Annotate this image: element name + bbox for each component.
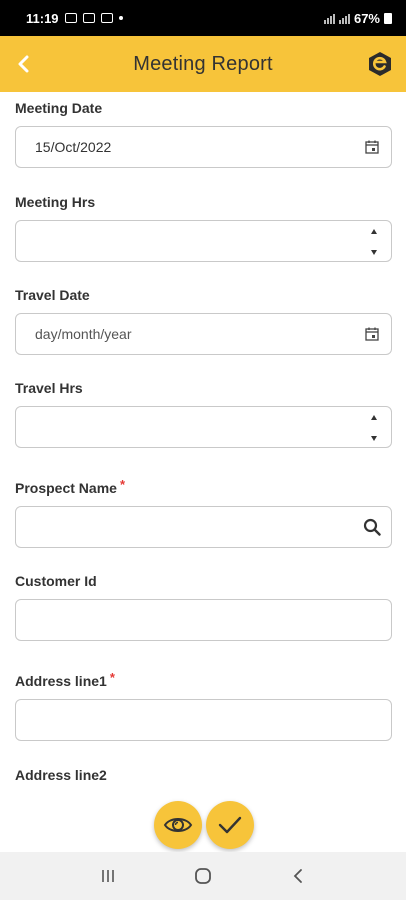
home-button[interactable] (183, 856, 223, 896)
app-notification-icon (82, 13, 95, 23)
meeting-date-label: Meeting Date (15, 100, 103, 116)
prospect-name-field[interactable] (15, 506, 392, 548)
page-title: Meeting Report (133, 52, 273, 75)
more-notifications-icon (118, 16, 123, 20)
back-button[interactable] (8, 48, 40, 80)
back-icon (294, 869, 303, 883)
battery-icon (384, 12, 392, 24)
address-line1-label: Address line1 * (15, 670, 115, 689)
required-marker: * (109, 670, 115, 685)
check-icon (218, 816, 242, 834)
gallery-notification-icon (64, 13, 77, 23)
battery-percent: 67% (353, 10, 380, 26)
status-right: 67% (323, 10, 392, 26)
customer-id-label: Customer Id (15, 573, 97, 589)
prospect-name-label-text: Prospect Name (15, 480, 117, 496)
eye-icon (163, 818, 193, 832)
preview-button[interactable] (154, 801, 202, 849)
search-icon[interactable] (363, 518, 381, 536)
app-logo-icon (369, 52, 391, 76)
signal-2-icon (338, 13, 350, 24)
app-logo[interactable] (366, 50, 394, 78)
app-bar: Meeting Report (0, 36, 406, 92)
meeting-hrs-field[interactable] (15, 220, 392, 262)
address-line1-field[interactable] (15, 699, 392, 741)
calendar-icon[interactable] (363, 138, 381, 156)
status-bar: 11:19 67% (0, 0, 406, 36)
travel-hrs-stepper[interactable] (369, 415, 379, 441)
system-nav-bar (0, 852, 406, 900)
travel-date-field[interactable]: day/month/year (15, 313, 392, 355)
meeting-date-field[interactable]: 15/Oct/2022 (15, 126, 392, 168)
increment-icon[interactable] (371, 229, 377, 234)
required-marker: * (119, 477, 125, 492)
status-time: 11:19 (26, 10, 59, 26)
travel-date-label: Travel Date (15, 287, 90, 303)
customer-id-field[interactable] (15, 599, 392, 641)
recents-button[interactable] (88, 856, 128, 896)
prospect-name-label: Prospect Name * (15, 477, 125, 496)
decrement-icon[interactable] (371, 250, 377, 255)
status-left: 11:19 (26, 11, 123, 26)
signal-icon (323, 13, 335, 24)
address-line1-label-text: Address line1 (15, 673, 107, 689)
meeting-hrs-label: Meeting Hrs (15, 194, 96, 210)
meeting-hrs-stepper[interactable] (369, 229, 379, 255)
home-icon (195, 868, 211, 884)
travel-date-placeholder: day/month/year (35, 326, 132, 342)
recents-icon (101, 870, 114, 882)
chevron-left-icon (18, 55, 29, 73)
mail-notification-icon (100, 13, 113, 23)
travel-hrs-field[interactable] (15, 406, 392, 448)
meeting-date-value: 15/Oct/2022 (35, 139, 112, 155)
calendar-icon[interactable] (363, 325, 381, 343)
decrement-icon[interactable] (371, 436, 377, 441)
address-line2-label: Address line2 (15, 767, 107, 783)
nav-back-button[interactable] (278, 856, 318, 896)
increment-icon[interactable] (371, 415, 377, 420)
travel-hrs-label: Travel Hrs (15, 380, 83, 396)
submit-button[interactable] (206, 801, 254, 849)
